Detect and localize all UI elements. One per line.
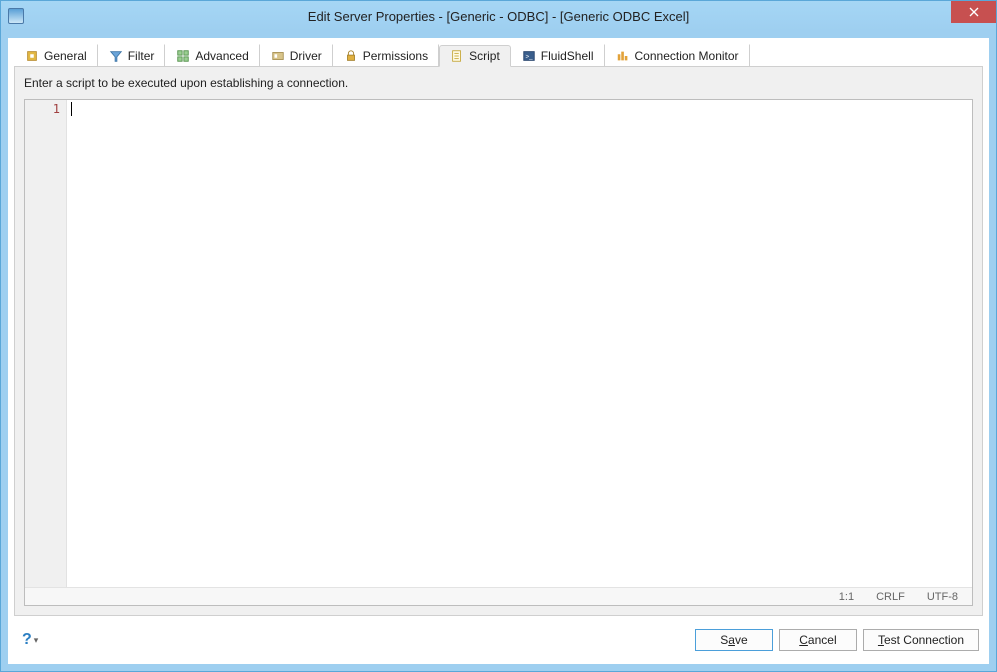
svg-text:>_: >_ [525, 53, 533, 60]
help-icon: ? [22, 631, 32, 649]
tab-panel-script: Enter a script to be executed upon estab… [14, 66, 983, 616]
code-editor: 1 1:1 CRLF UTF-8 [24, 99, 973, 606]
window-controls [951, 1, 996, 23]
tab-label: Driver [290, 49, 322, 63]
tab-label: General [44, 49, 87, 63]
panel-hint: Enter a script to be executed upon estab… [24, 76, 973, 90]
text-caret [71, 102, 72, 116]
cancel-button[interactable]: Cancel [779, 629, 857, 651]
tab-general[interactable]: General [14, 44, 98, 66]
editor-body: 1 [25, 100, 972, 587]
status-position: 1:1 [839, 591, 854, 603]
tab-label: Permissions [363, 49, 428, 63]
tab-filter[interactable]: Filter [98, 44, 166, 66]
tab-label: Connection Monitor [635, 49, 739, 63]
window-frame: Edit Server Properties - [Generic - ODBC… [0, 0, 997, 672]
window-title: Edit Server Properties - [Generic - ODBC… [1, 9, 996, 24]
chevron-down-icon: ▾ [34, 635, 39, 646]
button-row: Save Cancel Test Connection [695, 629, 979, 651]
tab-connection-monitor[interactable]: Connection Monitor [605, 44, 750, 66]
filter-icon [109, 49, 123, 63]
script-icon [450, 49, 464, 63]
line-gutter: 1 [25, 100, 67, 587]
terminal-icon: >_ [522, 49, 536, 63]
tab-label: Script [469, 49, 500, 63]
tab-strip: General Filter Advanced Driver [8, 38, 989, 66]
tab-script[interactable]: Script [439, 45, 511, 67]
client-area: General Filter Advanced Driver [8, 38, 989, 664]
gutter-line-number: 1 [25, 102, 60, 116]
gear-icon [25, 49, 39, 63]
close-button[interactable] [951, 1, 996, 23]
tab-permissions[interactable]: Permissions [333, 44, 439, 66]
status-eol: CRLF [876, 591, 905, 603]
tab-driver[interactable]: Driver [260, 44, 333, 66]
status-encoding: UTF-8 [927, 591, 958, 603]
tab-label: FluidShell [541, 49, 594, 63]
titlebar[interactable]: Edit Server Properties - [Generic - ODBC… [1, 1, 996, 31]
monitor-icon [616, 49, 630, 63]
driver-icon [271, 49, 285, 63]
tab-label: Filter [128, 49, 155, 63]
code-area[interactable] [67, 100, 972, 587]
help-button[interactable]: ? ▾ [18, 629, 42, 651]
editor-statusbar: 1:1 CRLF UTF-8 [25, 587, 972, 605]
close-icon [969, 7, 979, 17]
lock-icon [344, 49, 358, 63]
tab-advanced[interactable]: Advanced [165, 44, 259, 66]
save-button[interactable]: Save [695, 629, 773, 651]
bottom-bar: ? ▾ Save Cancel Test Connection [18, 622, 979, 658]
app-icon [8, 8, 24, 24]
grid-icon [176, 49, 190, 63]
script-textarea[interactable] [71, 102, 968, 585]
test-connection-button[interactable]: Test Connection [863, 629, 979, 651]
tab-fluidshell[interactable]: >_ FluidShell [511, 44, 605, 66]
tab-label: Advanced [195, 49, 248, 63]
